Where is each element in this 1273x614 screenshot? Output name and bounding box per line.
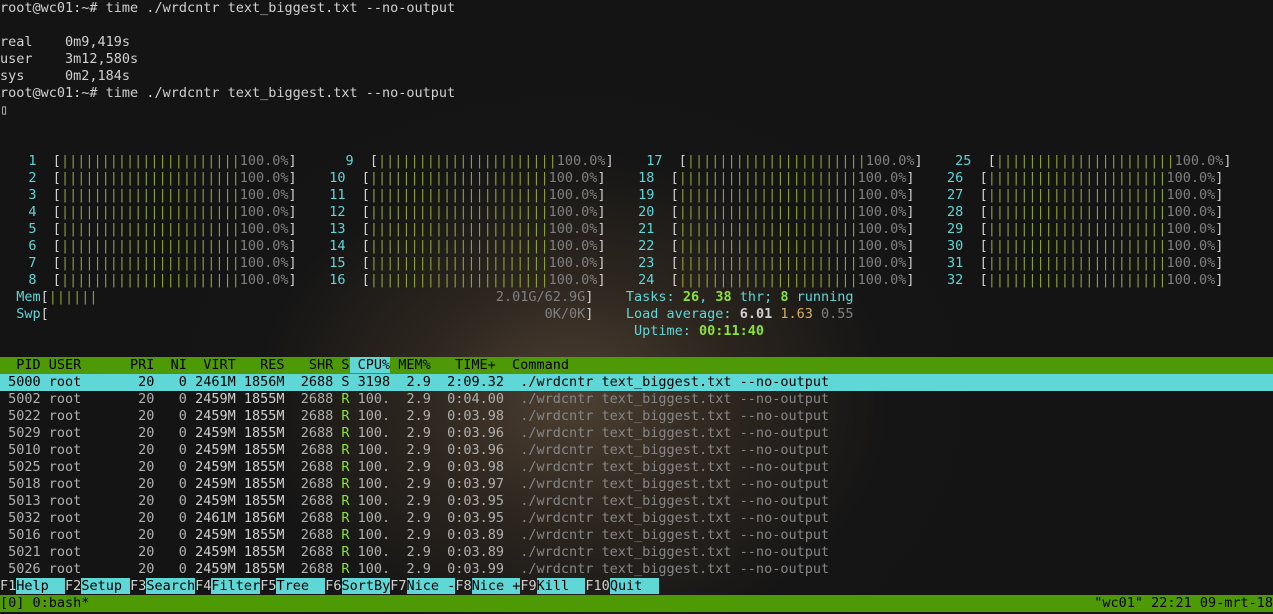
time-user: user 3m12,580s [0, 51, 1273, 68]
time-sys: sys 0m2,184s [0, 68, 1273, 85]
process-row[interactable]: 5022 root 20 0 2459M 1855M 2688 R 100. 2… [0, 408, 1273, 425]
cursor[interactable]: ▯ [0, 102, 1273, 119]
process-row[interactable]: 5029 root 20 0 2459M 1855M 2688 R 100. 2… [0, 425, 1273, 442]
process-list[interactable]: 5000 root 20 0 2461M 1856M 2688 S 3198 2… [0, 374, 1273, 578]
process-row[interactable]: 5032 root 20 0 2461M 1856M 2688 R 100. 2… [0, 510, 1273, 527]
uptime-line: Uptime: 00:11:40 [0, 323, 1273, 340]
time-real: real 0m9,419s [0, 34, 1273, 51]
process-row[interactable]: 5000 root 20 0 2461M 1856M 2688 S 3198 2… [0, 374, 1273, 391]
cpu-bars: 1 [||||||||||||||||||||||100.0%] 9 [||||… [0, 153, 1273, 289]
shell-line: root@wc01:~# time ./wrdcntr text_biggest… [0, 85, 1273, 102]
shell-line: root@wc01:~# time ./wrdcntr text_biggest… [0, 0, 1273, 17]
fkey-bar[interactable]: F1Help F2Setup F3SearchF4FilterF5Tree F6… [0, 578, 1273, 595]
status-right: "wc01" 22:21 09-mrt-18 [1094, 595, 1273, 612]
process-header[interactable]: PID USER PRI NI VIRT RES SHR S CPU% MEM%… [0, 357, 1273, 374]
status-left: [0] 0:bash* [0, 595, 89, 612]
process-row[interactable]: 5026 root 20 0 2459M 1855M 2688 R 100. 2… [0, 561, 1273, 578]
mem-tasks-line: Mem[|||||| 2.01G/62.9G] Tasks: 26, 38 th… [0, 289, 1273, 306]
swp-load-line: Swp[ 0K/0K] Load average: 6.01 1.63 0.55 [0, 306, 1273, 323]
process-row[interactable]: 5010 root 20 0 2459M 1855M 2688 R 100. 2… [0, 442, 1273, 459]
process-row[interactable]: 5016 root 20 0 2459M 1855M 2688 R 100. 2… [0, 527, 1273, 544]
process-row[interactable]: 5002 root 20 0 2459M 1855M 2688 R 100. 2… [0, 391, 1273, 408]
process-row[interactable]: 5021 root 20 0 2459M 1855M 2688 R 100. 2… [0, 544, 1273, 561]
process-row[interactable]: 5018 root 20 0 2459M 1855M 2688 R 100. 2… [0, 476, 1273, 493]
process-row[interactable]: 5025 root 20 0 2459M 1855M 2688 R 100. 2… [0, 459, 1273, 476]
process-row[interactable]: 5013 root 20 0 2459M 1855M 2688 R 100. 2… [0, 493, 1273, 510]
status-bar[interactable]: [0] 0:bash* "wc01" 22:21 09-mrt-18 [0, 595, 1273, 612]
